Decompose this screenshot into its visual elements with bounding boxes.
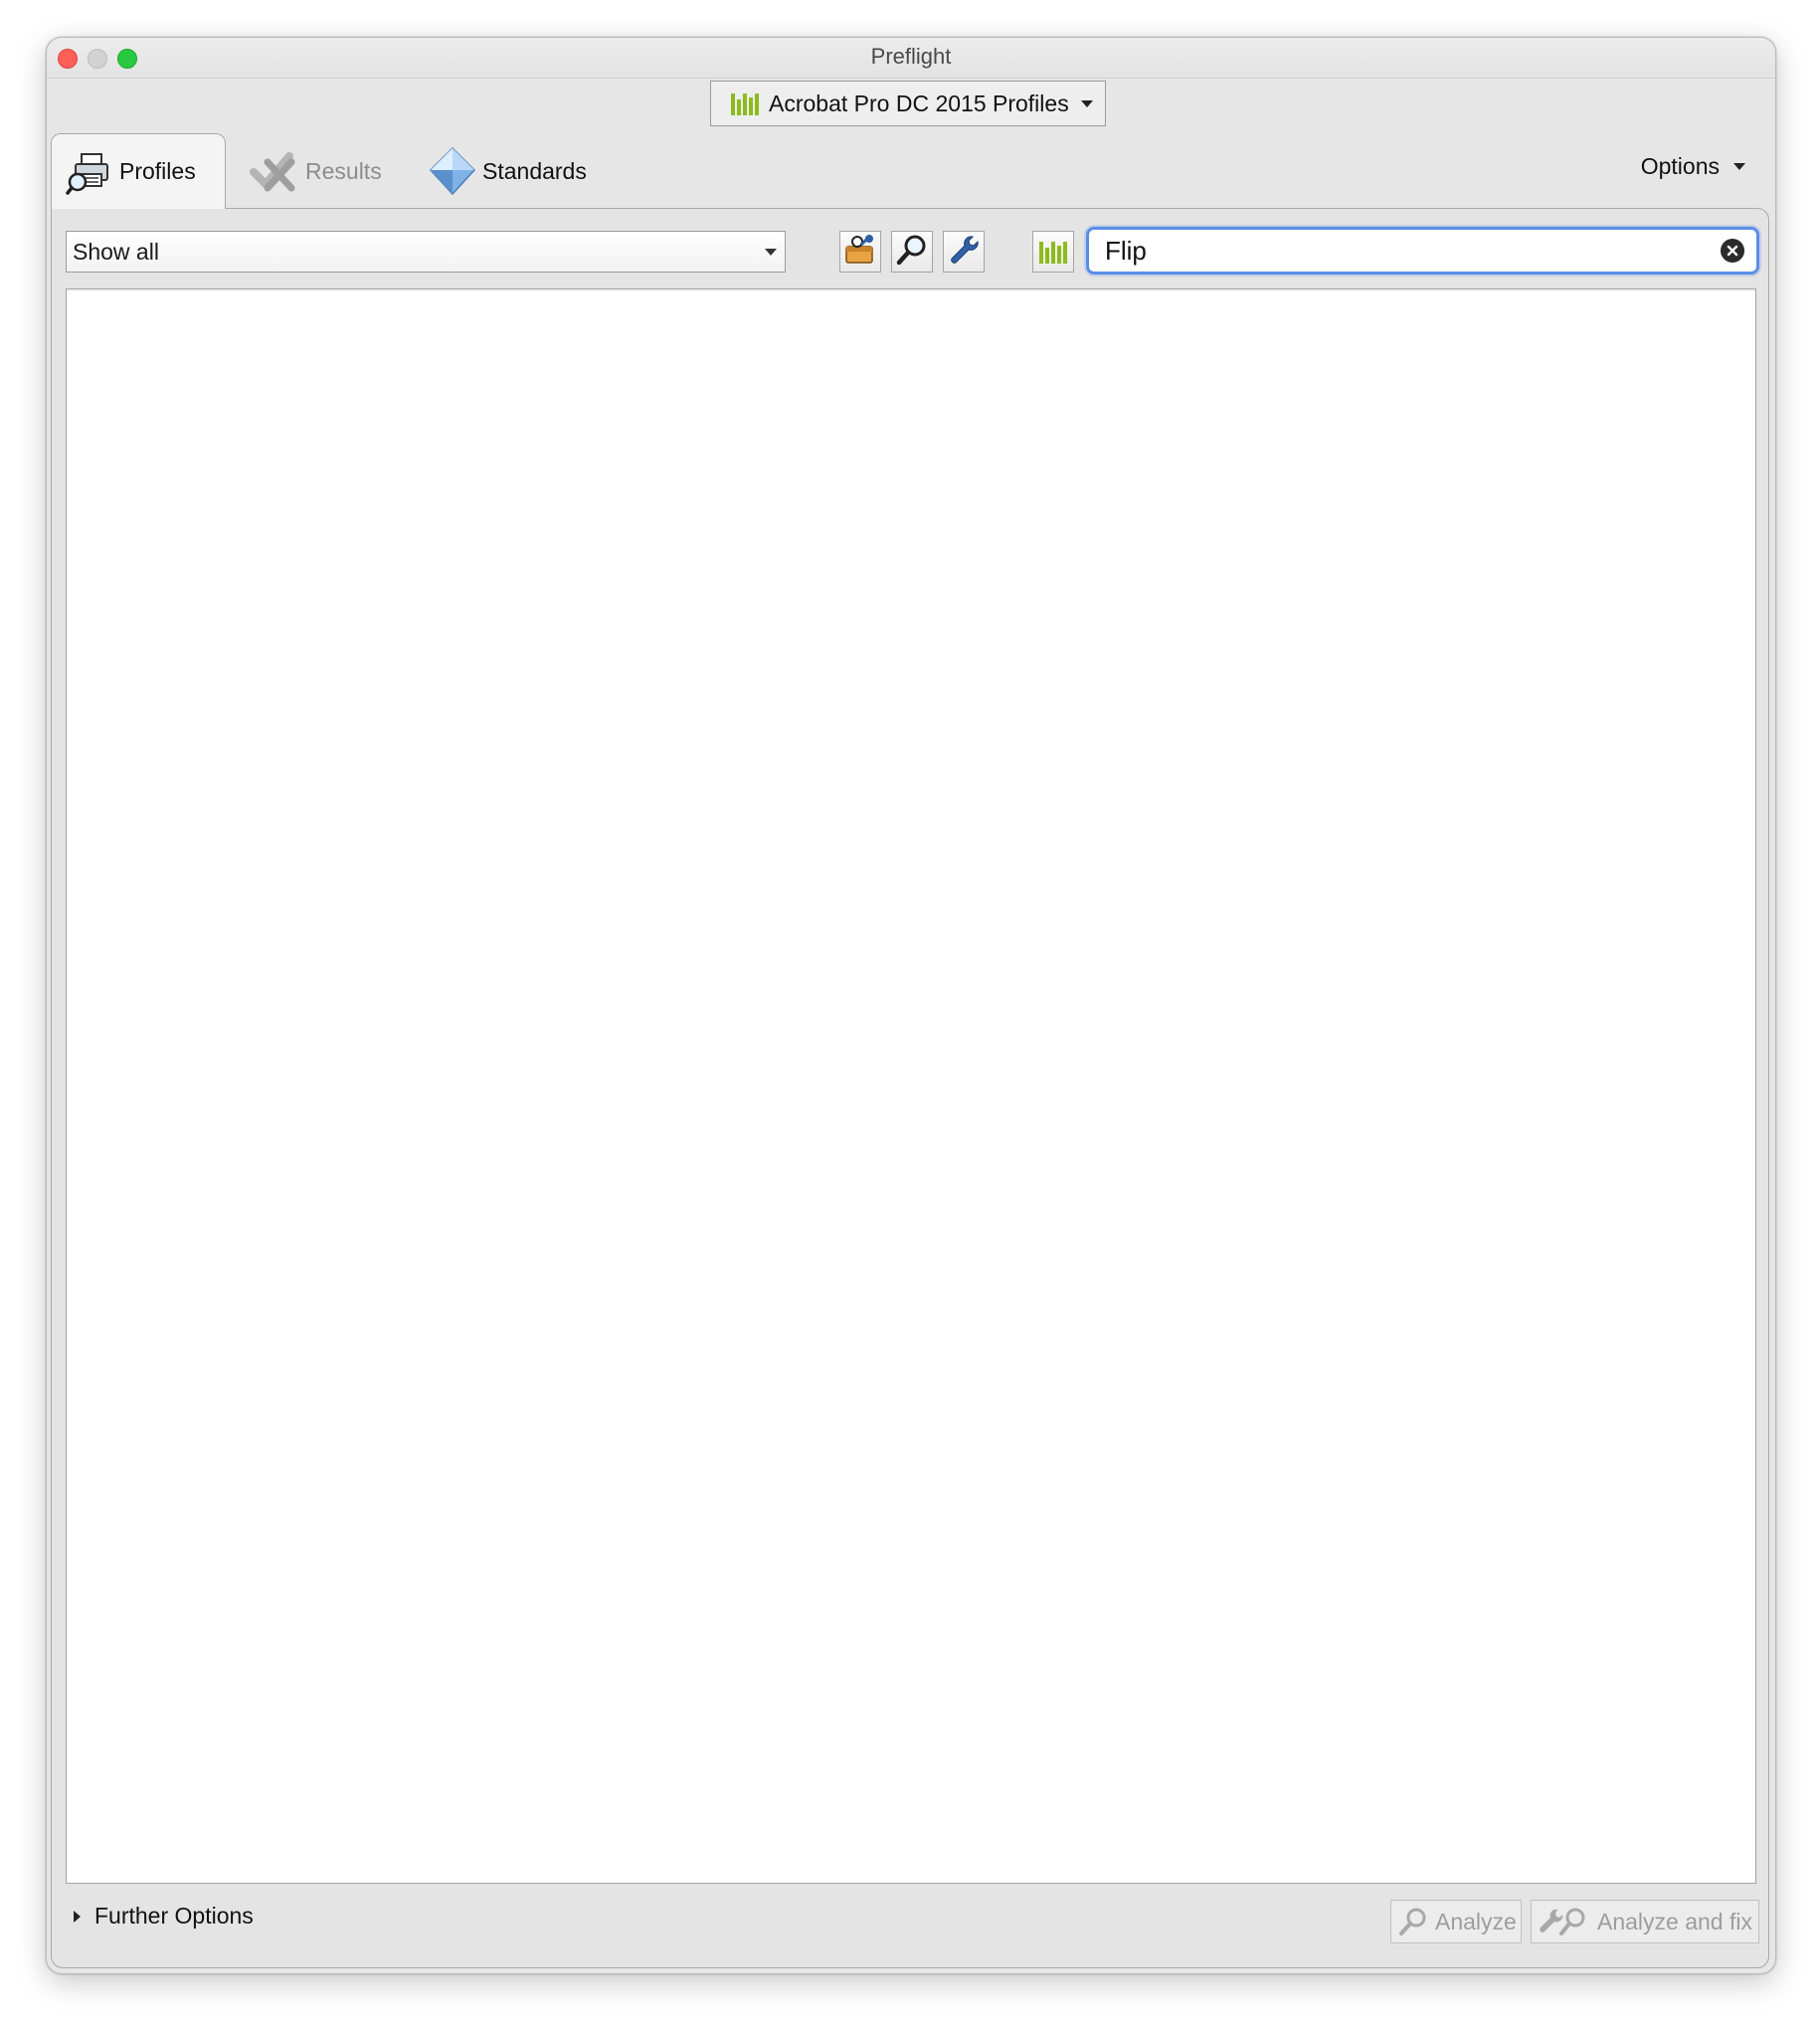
title-bar: Preflight — [47, 38, 1775, 79]
printer-magnifier-icon — [66, 148, 113, 196]
options-menu[interactable]: Options — [1641, 153, 1745, 180]
fixup-toolbox-button[interactable] — [839, 231, 881, 273]
magnifier-icon — [1397, 1906, 1429, 1937]
profile-search-field — [1086, 227, 1759, 275]
options-label: Options — [1640, 153, 1720, 179]
profile-list[interactable] — [66, 288, 1756, 1884]
window-title: Preflight — [870, 44, 952, 69]
single-fixups-button[interactable] — [943, 231, 985, 273]
tab-bar: Profiles Results Standards — [47, 133, 1775, 213]
preflight-window: Preflight Acrobat Pro DC 2015 Profiles P — [46, 37, 1776, 1974]
profile-set-dropdown[interactable]: Acrobat Pro DC 2015 Profiles — [710, 81, 1106, 126]
analyze-label: Analyze — [1435, 1908, 1517, 1935]
profiles-panel: Show all Flip Further Options Analyze An… — [51, 208, 1769, 1968]
chevron-down-icon — [1080, 99, 1093, 107]
further-options-disclosure[interactable]: Further Options — [74, 1903, 254, 1930]
profile-filter-select[interactable]: Show all — [66, 231, 786, 273]
chevron-down-icon — [1733, 163, 1745, 170]
further-options-label: Further Options — [94, 1903, 254, 1929]
wrench-icon — [947, 233, 981, 272]
profile-filter-value: Show all — [73, 238, 159, 265]
tab-standards[interactable]: Standards — [429, 141, 587, 201]
results-check-icon — [250, 148, 299, 194]
magnifier-icon — [895, 233, 929, 272]
wrench-magnifier-icon — [1538, 1906, 1591, 1937]
library-bars-icon — [1039, 240, 1067, 264]
analyze-and-fix-label: Analyze and fix — [1597, 1908, 1752, 1935]
disclosure-triangle-icon — [74, 1910, 81, 1923]
library-filter-button[interactable] — [1032, 231, 1074, 273]
analyze-button[interactable]: Analyze — [1390, 1900, 1522, 1943]
tab-profiles-label: Profiles — [119, 158, 196, 184]
clear-search-icon[interactable] — [1721, 239, 1744, 263]
toolbox-icon — [843, 233, 877, 272]
library-bars-icon — [731, 92, 759, 115]
tab-profiles[interactable]: Profiles — [51, 133, 226, 209]
single-checks-button[interactable] — [891, 231, 933, 273]
tab-results-label: Results — [305, 157, 382, 184]
analyze-and-fix-button[interactable]: Analyze and fix — [1531, 1900, 1759, 1943]
chevron-down-icon — [765, 249, 777, 256]
search-input[interactable] — [1105, 233, 1702, 269]
diamond-icon — [429, 146, 476, 196]
profile-set-label: Acrobat Pro DC 2015 Profiles — [769, 90, 1069, 116]
tab-standards-label: Standards — [482, 157, 587, 184]
tab-results[interactable]: Results — [250, 141, 382, 201]
